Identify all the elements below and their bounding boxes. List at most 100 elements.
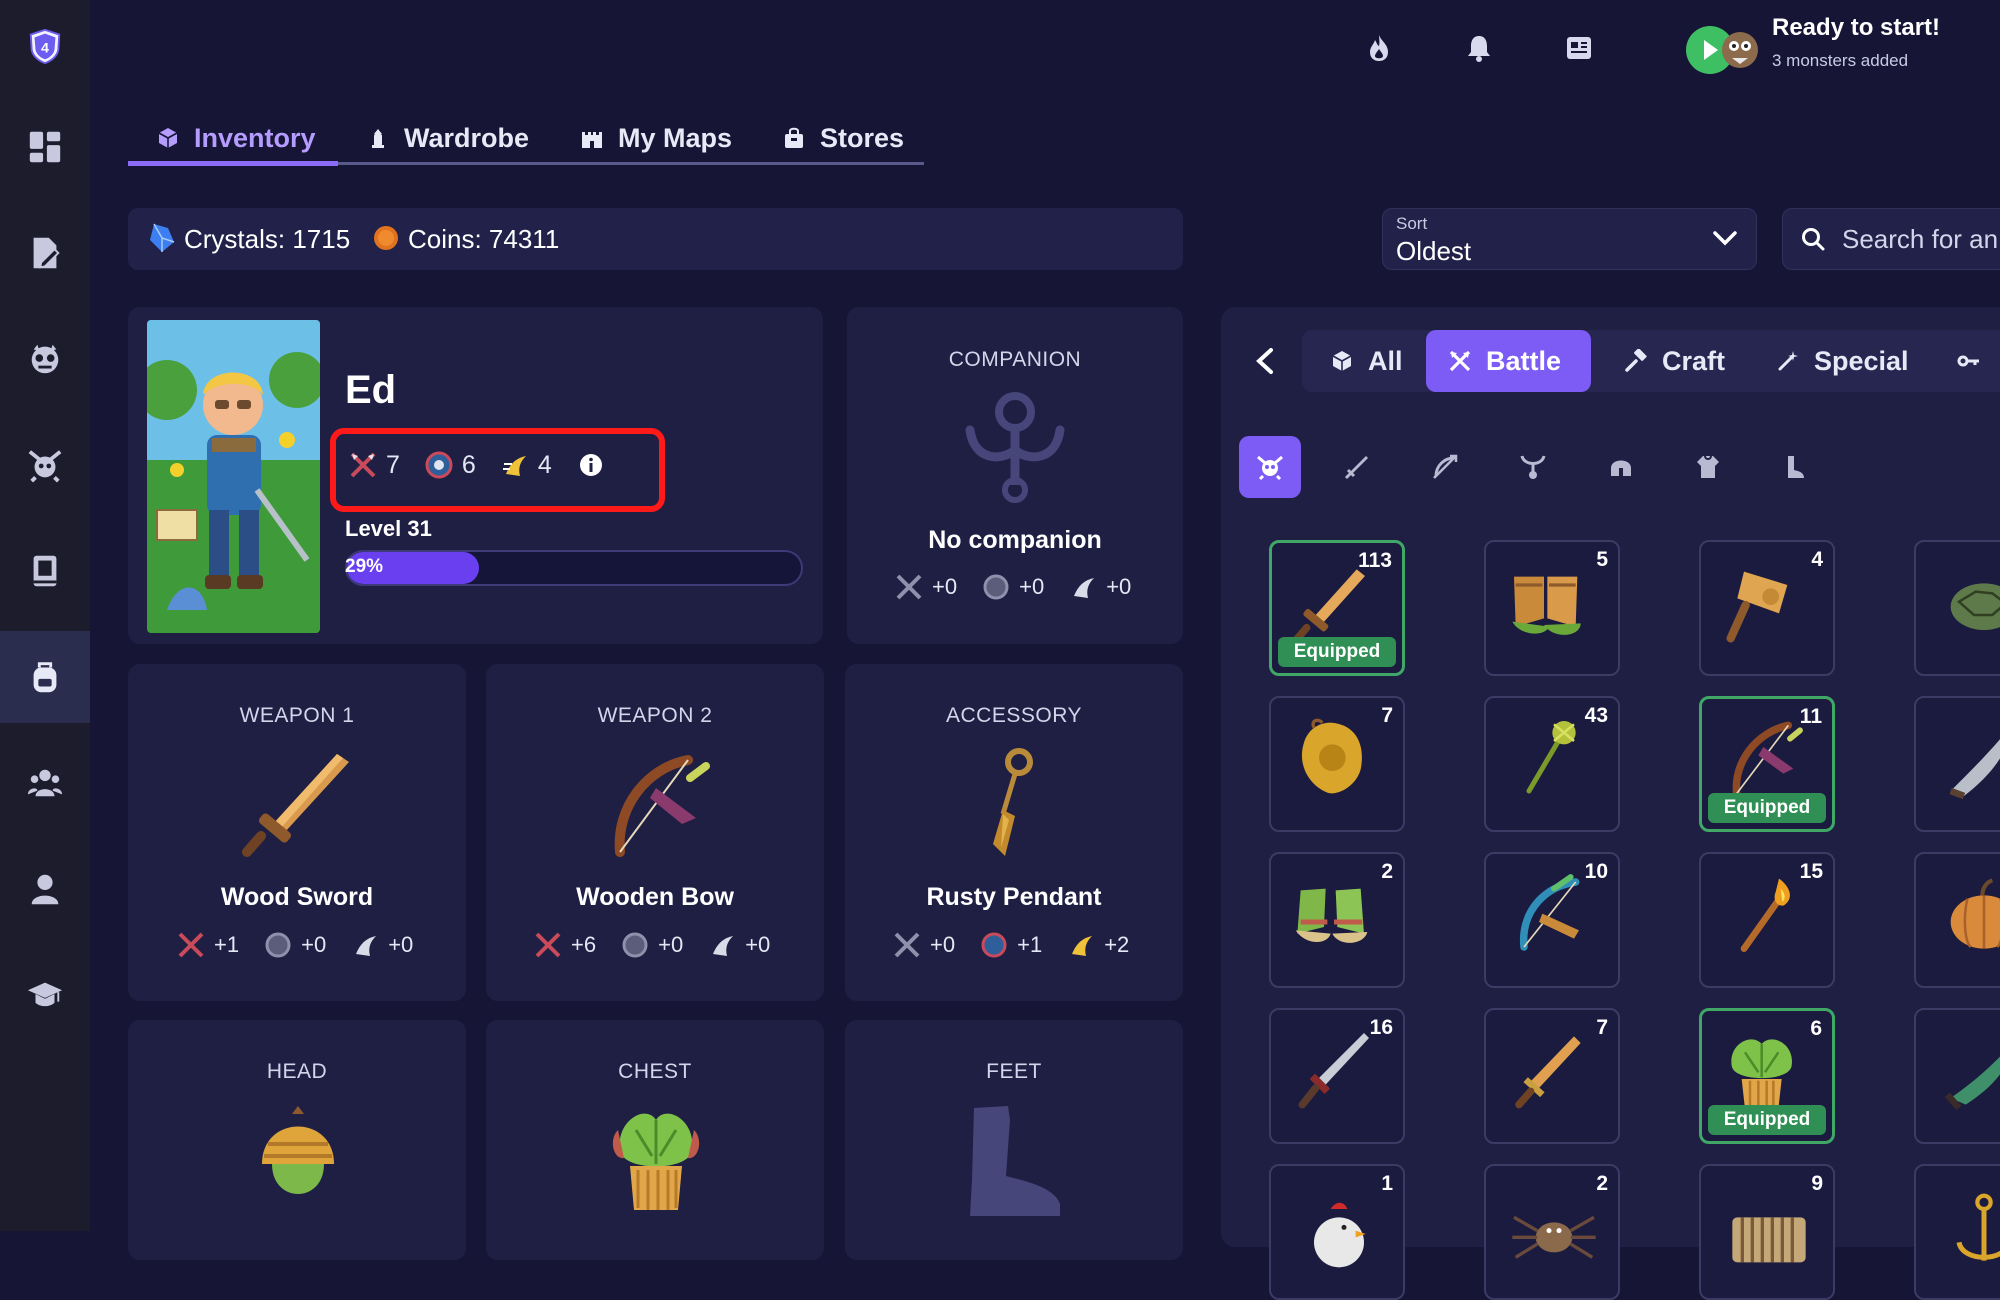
sub-filter-all-monsters[interactable] <box>1239 436 1301 498</box>
sub-filter-pendants[interactable] <box>1502 436 1564 498</box>
sub-filter-bows[interactable] <box>1414 436 1476 498</box>
slot-item-name: Wood Sword <box>220 883 374 911</box>
ready-status-title: Ready to start! <box>1772 14 1941 41</box>
inventory-item[interactable]: 9 <box>1699 1164 1835 1300</box>
streak-flame-icon[interactable] <box>1359 28 1399 68</box>
category-label: Craft <box>1662 345 1726 376</box>
inventory-item[interactable]: 4 <box>1699 540 1835 676</box>
sidebar-item-dashboard[interactable] <box>0 101 90 193</box>
inventory-item[interactable]: 2 <box>1484 1164 1620 1300</box>
news-icon[interactable] <box>1559 28 1599 68</box>
monster-all-icon <box>1257 455 1283 481</box>
hero-name: Ed <box>345 368 397 412</box>
tab-label: Inventory <box>194 122 316 153</box>
boot-placeholder-icon <box>970 1106 1060 1216</box>
boots-image <box>1512 576 1581 635</box>
inventory-item[interactable]: 15 <box>1699 852 1835 988</box>
sidebar-item-monsters[interactable] <box>0 313 90 405</box>
category-tab-craft[interactable]: Craft <box>1602 330 1747 392</box>
blade-image <box>1949 739 2000 800</box>
play-monster-icon <box>1686 26 1758 74</box>
bow-blue-image <box>1519 874 1580 951</box>
inventory-item[interactable]: 113 Equipped <box>1269 540 1405 676</box>
sub-filter-swords[interactable] <box>1326 436 1388 498</box>
slot-stats: +0 +1 +2 <box>892 930 1143 960</box>
inventory-item[interactable]: 7 <box>1269 696 1405 832</box>
info-icon[interactable] <box>576 450 606 480</box>
tab-label: Stores <box>820 122 905 153</box>
inventory-item[interactable] <box>1914 1164 2000 1300</box>
sword-filter-icon <box>1344 456 1368 480</box>
category-tab-keys[interactable] <box>1935 330 2000 392</box>
inventory-item[interactable]: 2 <box>1269 852 1405 988</box>
crystals-count: Crystals: 1715 <box>184 224 351 254</box>
category-label: Battle <box>1486 345 1562 376</box>
attack-icon-gray <box>896 574 922 600</box>
item-count: 10 <box>1584 860 1608 883</box>
hero-defense-value: 6 <box>461 450 476 479</box>
hero-attack-value: 7 <box>386 450 400 479</box>
spider-image <box>1512 1215 1596 1259</box>
armor-filter-icon <box>1697 455 1719 478</box>
sidebar-item-assignments[interactable] <box>0 207 90 299</box>
sort-label: Sort <box>1396 214 1428 233</box>
item-count: 5 <box>1596 548 1608 571</box>
slot-label: FEET <box>986 1060 1042 1083</box>
inventory-item[interactable]: 7 <box>1484 1008 1620 1144</box>
inventory-item[interactable] <box>1914 540 2000 676</box>
monster-face-icon <box>31 344 59 374</box>
item-count: 9 <box>1811 1172 1823 1195</box>
inventory-item[interactable]: 5 <box>1484 540 1620 676</box>
hero-portrait-image <box>147 320 320 633</box>
torch-image <box>1740 878 1790 952</box>
item-count: 113 <box>1358 549 1392 572</box>
sub-filter-helmets[interactable] <box>1590 436 1652 498</box>
profile-icon <box>31 874 59 905</box>
chevron-left-icon[interactable] <box>1252 346 1278 376</box>
sidebar-item-library[interactable] <box>0 525 90 617</box>
wood-sword-image <box>242 754 349 857</box>
ready-status-button[interactable] <box>1684 22 1764 78</box>
inventory-item[interactable]: 11 Equipped <box>1699 696 1835 832</box>
inventory-item[interactable] <box>1914 1008 2000 1144</box>
tab-inventory[interactable]: Inventory <box>156 112 316 164</box>
sidebar-item-learning[interactable] <box>0 949 90 1041</box>
category-tab-battle[interactable]: Battle <box>1426 330 1591 392</box>
inventory-item[interactable]: 43 <box>1484 696 1620 832</box>
inventory-item[interactable]: 16 <box>1269 1008 1405 1144</box>
turtle-image <box>1950 583 2000 630</box>
sidebar-item-battle[interactable] <box>0 419 90 511</box>
speed-icon <box>502 456 526 476</box>
sub-filter-boots[interactable] <box>1764 436 1826 498</box>
logo-badge[interactable]: 4 <box>0 0 90 92</box>
defense-icon <box>981 932 1007 958</box>
sidebar-item-inventory[interactable] <box>0 631 90 723</box>
category-tab-all[interactable]: All <box>1308 330 1425 392</box>
category-tab-special[interactable]: Special <box>1754 330 1931 392</box>
item-count: 16 <box>1369 1016 1393 1039</box>
notification-bell-icon[interactable] <box>1459 28 1499 68</box>
coins-count: Coins: 74311 <box>408 224 560 254</box>
tab-stores[interactable]: Stores <box>782 112 904 164</box>
sidebar-item-classes[interactable] <box>0 737 90 829</box>
attack-icon <box>350 452 376 478</box>
inventory-item[interactable]: 1 <box>1269 1164 1405 1300</box>
inventory-item[interactable]: 6 Equipped <box>1699 1008 1835 1144</box>
sort-value: Oldest <box>1396 236 1472 266</box>
short-sword-image <box>1515 1036 1581 1109</box>
slot-item-name: Rusty Pendant <box>926 883 1102 911</box>
tab-my-maps[interactable]: My Maps <box>580 112 732 164</box>
chevron-down-icon <box>1713 231 1737 246</box>
shield-logo-icon: 4 <box>29 28 61 65</box>
sub-filter-armor[interactable] <box>1677 436 1739 498</box>
inventory-item[interactable] <box>1914 696 2000 832</box>
search-placeholder: Search for an <box>1842 224 1999 254</box>
tab-wardrobe[interactable]: Wardrobe <box>366 112 529 164</box>
item-count: 1 <box>1381 1172 1393 1195</box>
defense-icon-gray <box>265 932 291 958</box>
inventory-item[interactable]: 10 <box>1484 852 1620 988</box>
inventory-item[interactable] <box>1914 852 2000 988</box>
slot-label: ACCESSORY <box>946 704 1082 727</box>
hero-portrait[interactable] <box>147 320 320 633</box>
sidebar-item-profile[interactable] <box>0 843 90 935</box>
